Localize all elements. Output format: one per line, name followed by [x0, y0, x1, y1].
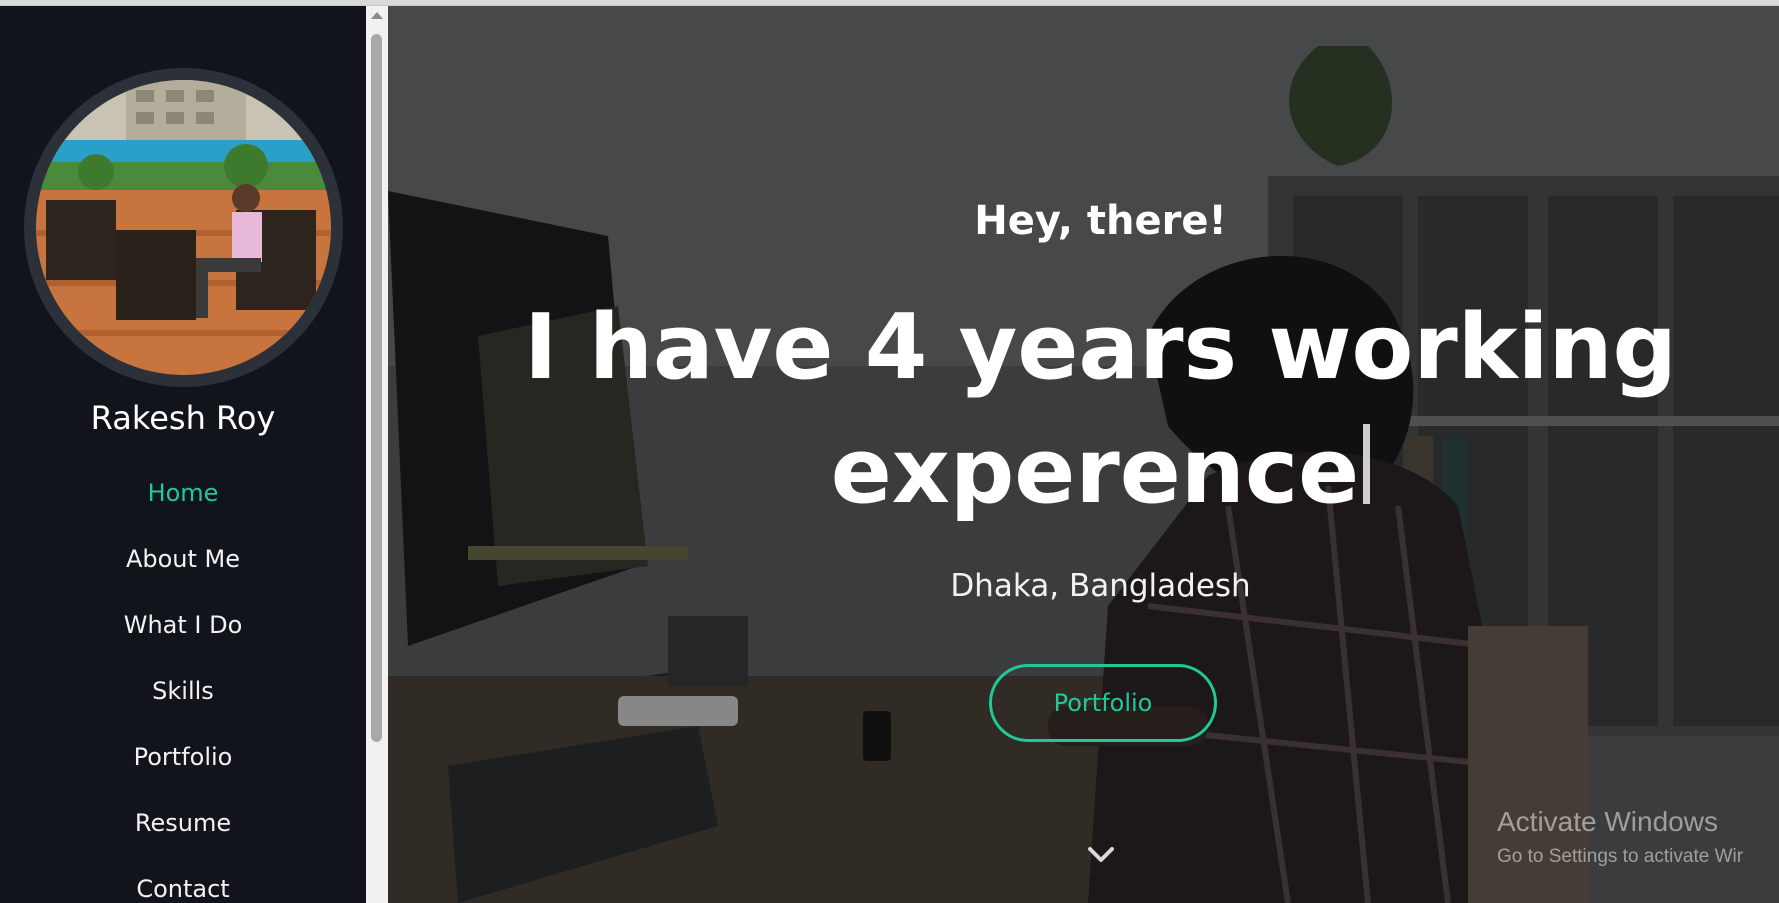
headline-text: I have 4 years working experence [524, 295, 1677, 524]
nav-link-contact[interactable]: Contact [136, 872, 229, 903]
nav-item-about-me[interactable]: About Me [0, 542, 366, 608]
typing-cursor [1363, 424, 1371, 504]
nav-item-what-i-do[interactable]: What I Do [0, 608, 366, 674]
nav-item-resume[interactable]: Resume [0, 806, 366, 872]
nav-link-skills[interactable]: Skills [152, 674, 214, 708]
nav-item-contact[interactable]: Contact [0, 872, 366, 903]
nav-link-about-me[interactable]: About Me [126, 542, 240, 576]
hero-location: Dhaka, Bangladesh [950, 568, 1251, 604]
chevron-down-icon[interactable] [1086, 844, 1116, 866]
watermark-title: Activate Windows [1497, 806, 1718, 837]
hero-headline: I have 4 years working experence [388, 286, 1779, 534]
scrollbar-thumb[interactable] [371, 34, 382, 742]
hero-greeting: Hey, there! [974, 198, 1227, 244]
scroll-up-arrow-icon[interactable] [371, 12, 383, 19]
sidebar-scrollbar[interactable] [366, 6, 388, 903]
watermark-subtitle: Go to Settings to activate Wir [1497, 846, 1744, 867]
profile-name: Rakesh Roy [90, 399, 276, 437]
sidebar-nav: Home About Me What I Do Skills Portfolio… [0, 476, 366, 903]
profile-photo [36, 80, 331, 375]
hero-section: Hey, there! I have 4 years working exper… [388, 6, 1779, 903]
avatar-ring [24, 68, 343, 387]
nav-link-resume[interactable]: Resume [135, 806, 231, 840]
nav-item-skills[interactable]: Skills [0, 674, 366, 740]
portfolio-button[interactable]: Portfolio [989, 664, 1217, 742]
avatar [36, 80, 331, 375]
nav-link-home[interactable]: Home [148, 476, 219, 510]
nav-item-portfolio[interactable]: Portfolio [0, 740, 366, 806]
nav-link-portfolio[interactable]: Portfolio [134, 740, 233, 774]
windows-activation-watermark: Activate Windows Go to Settings to activ… [1497, 806, 1743, 868]
nav-link-what-i-do[interactable]: What I Do [124, 608, 243, 642]
nav-item-home[interactable]: Home [0, 476, 366, 542]
sidebar: Rakesh Roy Home About Me What I Do Skill… [0, 6, 366, 903]
